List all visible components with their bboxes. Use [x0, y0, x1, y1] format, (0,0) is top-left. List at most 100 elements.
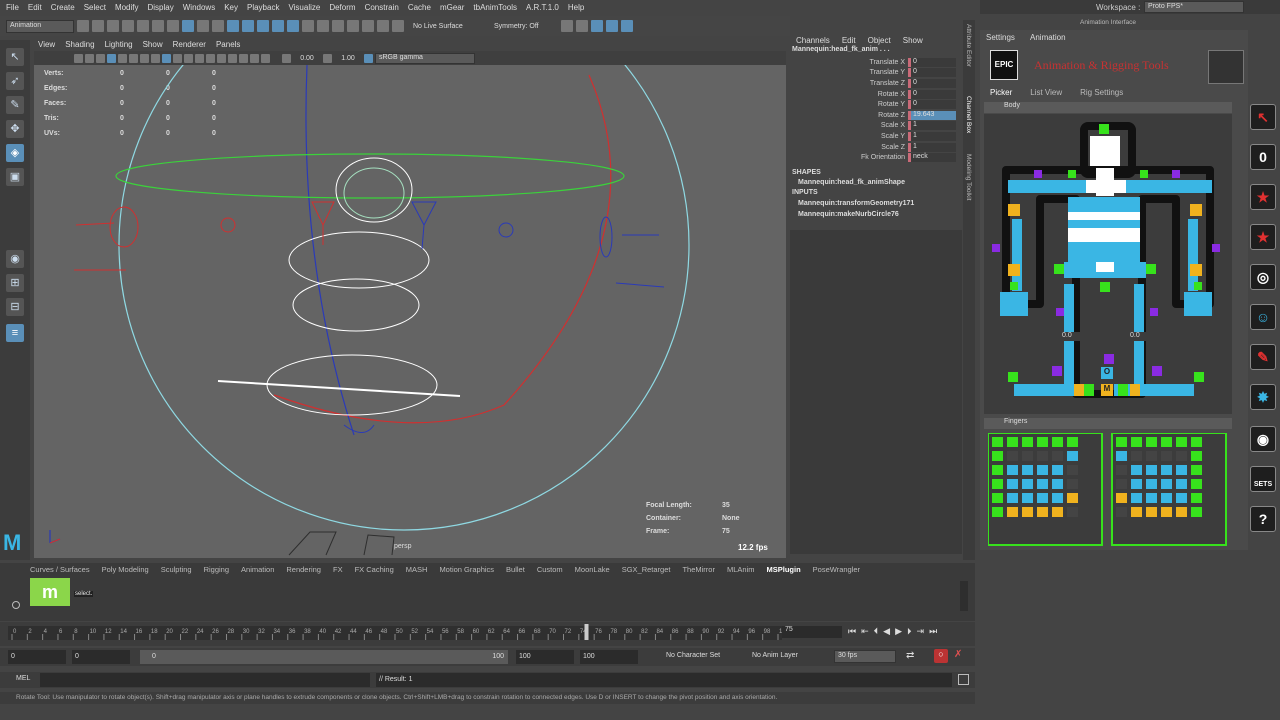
- channel-row[interactable]: Scale X1: [790, 121, 962, 132]
- help-button[interactable]: ?: [1250, 506, 1276, 532]
- select-tool-icon[interactable]: ↖: [6, 48, 24, 66]
- exposure-value[interactable]: 0.00: [293, 55, 321, 62]
- zero-out-button[interactable]: 0: [1250, 144, 1276, 170]
- magnet-icon[interactable]: [392, 20, 404, 32]
- shelf-tab-msplugin[interactable]: MSPlugin: [767, 565, 801, 574]
- shadows-icon[interactable]: [206, 53, 215, 63]
- bookmark-icon[interactable]: [96, 53, 105, 63]
- new-scene-icon[interactable]: [77, 20, 89, 32]
- o-button[interactable]: O: [1101, 367, 1113, 379]
- shape-node[interactable]: Mannequin:head_fk_animShape: [790, 179, 962, 189]
- menu-set-dropdown[interactable]: Animation: [6, 19, 74, 33]
- shelf-tab-mash[interactable]: MASH: [406, 565, 428, 574]
- step-back-frame-icon[interactable]: ⏴: [874, 626, 879, 637]
- menu-item-playback[interactable]: Playback: [247, 3, 279, 12]
- viewport-menu-view[interactable]: View: [38, 40, 55, 50]
- finger-control[interactable]: [1176, 437, 1187, 447]
- character-pose-icon[interactable]: ☺: [1250, 304, 1276, 330]
- finger-control[interactable]: [1146, 451, 1157, 461]
- input-node[interactable]: Mannequin:makeNurbCircle76: [790, 211, 962, 222]
- viewport-menu-lighting[interactable]: Lighting: [105, 40, 133, 50]
- resolution-gate-icon[interactable]: [129, 53, 138, 63]
- selection-sets-button[interactable]: SETS: [1250, 466, 1276, 492]
- channel-value[interactable]: 0: [908, 100, 956, 110]
- finger-control[interactable]: [1022, 493, 1033, 503]
- finger-control[interactable]: [1052, 479, 1063, 489]
- symmetry-label[interactable]: Symmetry: Off: [494, 23, 558, 30]
- field-chart-icon[interactable]: [151, 53, 160, 63]
- menu-item-file[interactable]: File: [6, 3, 19, 12]
- channel-row[interactable]: Translate Y0: [790, 68, 962, 79]
- menu-item-select[interactable]: Select: [84, 3, 106, 12]
- loop-icon[interactable]: ⇄: [906, 650, 914, 661]
- channel-value[interactable]: 0: [908, 89, 956, 99]
- finger-control[interactable]: [1067, 451, 1078, 461]
- save-scene-icon[interactable]: [107, 20, 119, 32]
- finger-control[interactable]: [992, 451, 1003, 461]
- four-view-icon[interactable]: ⊞: [6, 274, 24, 292]
- playhead[interactable]: [584, 624, 589, 640]
- finger-control[interactable]: [1116, 479, 1127, 489]
- ipr-icon[interactable]: [347, 20, 359, 32]
- script-editor-icon[interactable]: [958, 674, 969, 685]
- tab-picker[interactable]: Picker: [990, 88, 1012, 100]
- film-gate-icon[interactable]: [118, 53, 127, 63]
- channel-row[interactable]: Scale Z1: [790, 142, 962, 153]
- scene-wireframe[interactable]: [34, 65, 786, 558]
- finger-control[interactable]: [1131, 493, 1142, 503]
- body-section-header[interactable]: Body: [984, 102, 1232, 113]
- finger-control[interactable]: [1131, 507, 1142, 517]
- menu-item-windows[interactable]: Windows: [183, 3, 215, 12]
- visibility-eye-icon[interactable]: ◉: [1250, 426, 1276, 452]
- select-object-icon[interactable]: [167, 20, 179, 32]
- history-icon[interactable]: [317, 20, 329, 32]
- rotate-tool-icon[interactable]: ◈: [6, 144, 24, 162]
- shelf-tab-bullet[interactable]: Bullet: [506, 565, 525, 574]
- step-forward-frame-icon[interactable]: ⏵: [907, 626, 912, 637]
- finger-control[interactable]: [1007, 451, 1018, 461]
- camera-attr-icon[interactable]: [85, 53, 94, 63]
- finger-control[interactable]: [1176, 479, 1187, 489]
- shelf-tab-mlanim[interactable]: MLAnim: [727, 565, 755, 574]
- shelf-tab-curves-surfaces[interactable]: Curves / Surfaces: [30, 565, 90, 574]
- channel-label[interactable]: Fk Orientation: [790, 154, 908, 161]
- finger-control[interactable]: [992, 465, 1003, 475]
- channel-row[interactable]: Fk Orientation neck: [790, 152, 962, 163]
- selection-mask-icon[interactable]: [197, 20, 209, 32]
- exposure-icon[interactable]: [282, 53, 291, 63]
- right-ik-value[interactable]: 0.0: [1130, 332, 1150, 341]
- shelf-tab-sgx-retarget[interactable]: SGX_Retarget: [622, 565, 671, 574]
- color-management-icon[interactable]: [364, 53, 373, 63]
- finger-control[interactable]: [1116, 493, 1127, 503]
- viewport-menu-show[interactable]: Show: [143, 40, 163, 50]
- select-component-icon[interactable]: [182, 20, 194, 32]
- finger-control[interactable]: [1191, 451, 1202, 461]
- snap-point-icon[interactable]: [257, 20, 269, 32]
- channel-value[interactable]: 0: [908, 68, 956, 78]
- layout-icon[interactable]: ⊟: [6, 298, 24, 316]
- finger-control[interactable]: [1052, 437, 1063, 447]
- scene-end-field[interactable]: 100: [580, 650, 638, 664]
- finger-control[interactable]: [1022, 451, 1033, 461]
- go-to-start-icon[interactable]: ⏮: [848, 626, 856, 637]
- finger-control[interactable]: [1116, 465, 1127, 475]
- finger-control[interactable]: [1007, 465, 1018, 475]
- finger-control[interactable]: [1067, 507, 1078, 517]
- pose-mirror-icon[interactable]: ★: [1250, 224, 1276, 250]
- textured-icon[interactable]: [184, 53, 193, 63]
- space-switch-icon[interactable]: ◎: [1250, 264, 1276, 290]
- finger-control[interactable]: [1116, 507, 1127, 517]
- shelf-tab-motion-graphics[interactable]: Motion Graphics: [439, 565, 494, 574]
- undo-icon[interactable]: [122, 20, 134, 32]
- xray-icon[interactable]: [250, 53, 259, 63]
- tool-settings-toggle-icon[interactable]: [621, 20, 633, 32]
- finger-control[interactable]: [1191, 493, 1202, 503]
- viewport-menu-shading[interactable]: Shading: [65, 40, 94, 50]
- channel-value[interactable]: 1: [908, 142, 956, 152]
- attribute-editor-toggle-icon[interactable]: [606, 20, 618, 32]
- finger-control[interactable]: [1146, 493, 1157, 503]
- finger-control[interactable]: [1037, 507, 1048, 517]
- finger-control[interactable]: [1176, 507, 1187, 517]
- tools-star-icon[interactable]: ✸: [1250, 384, 1276, 410]
- anim-layer-label[interactable]: No Anim Layer: [752, 652, 798, 659]
